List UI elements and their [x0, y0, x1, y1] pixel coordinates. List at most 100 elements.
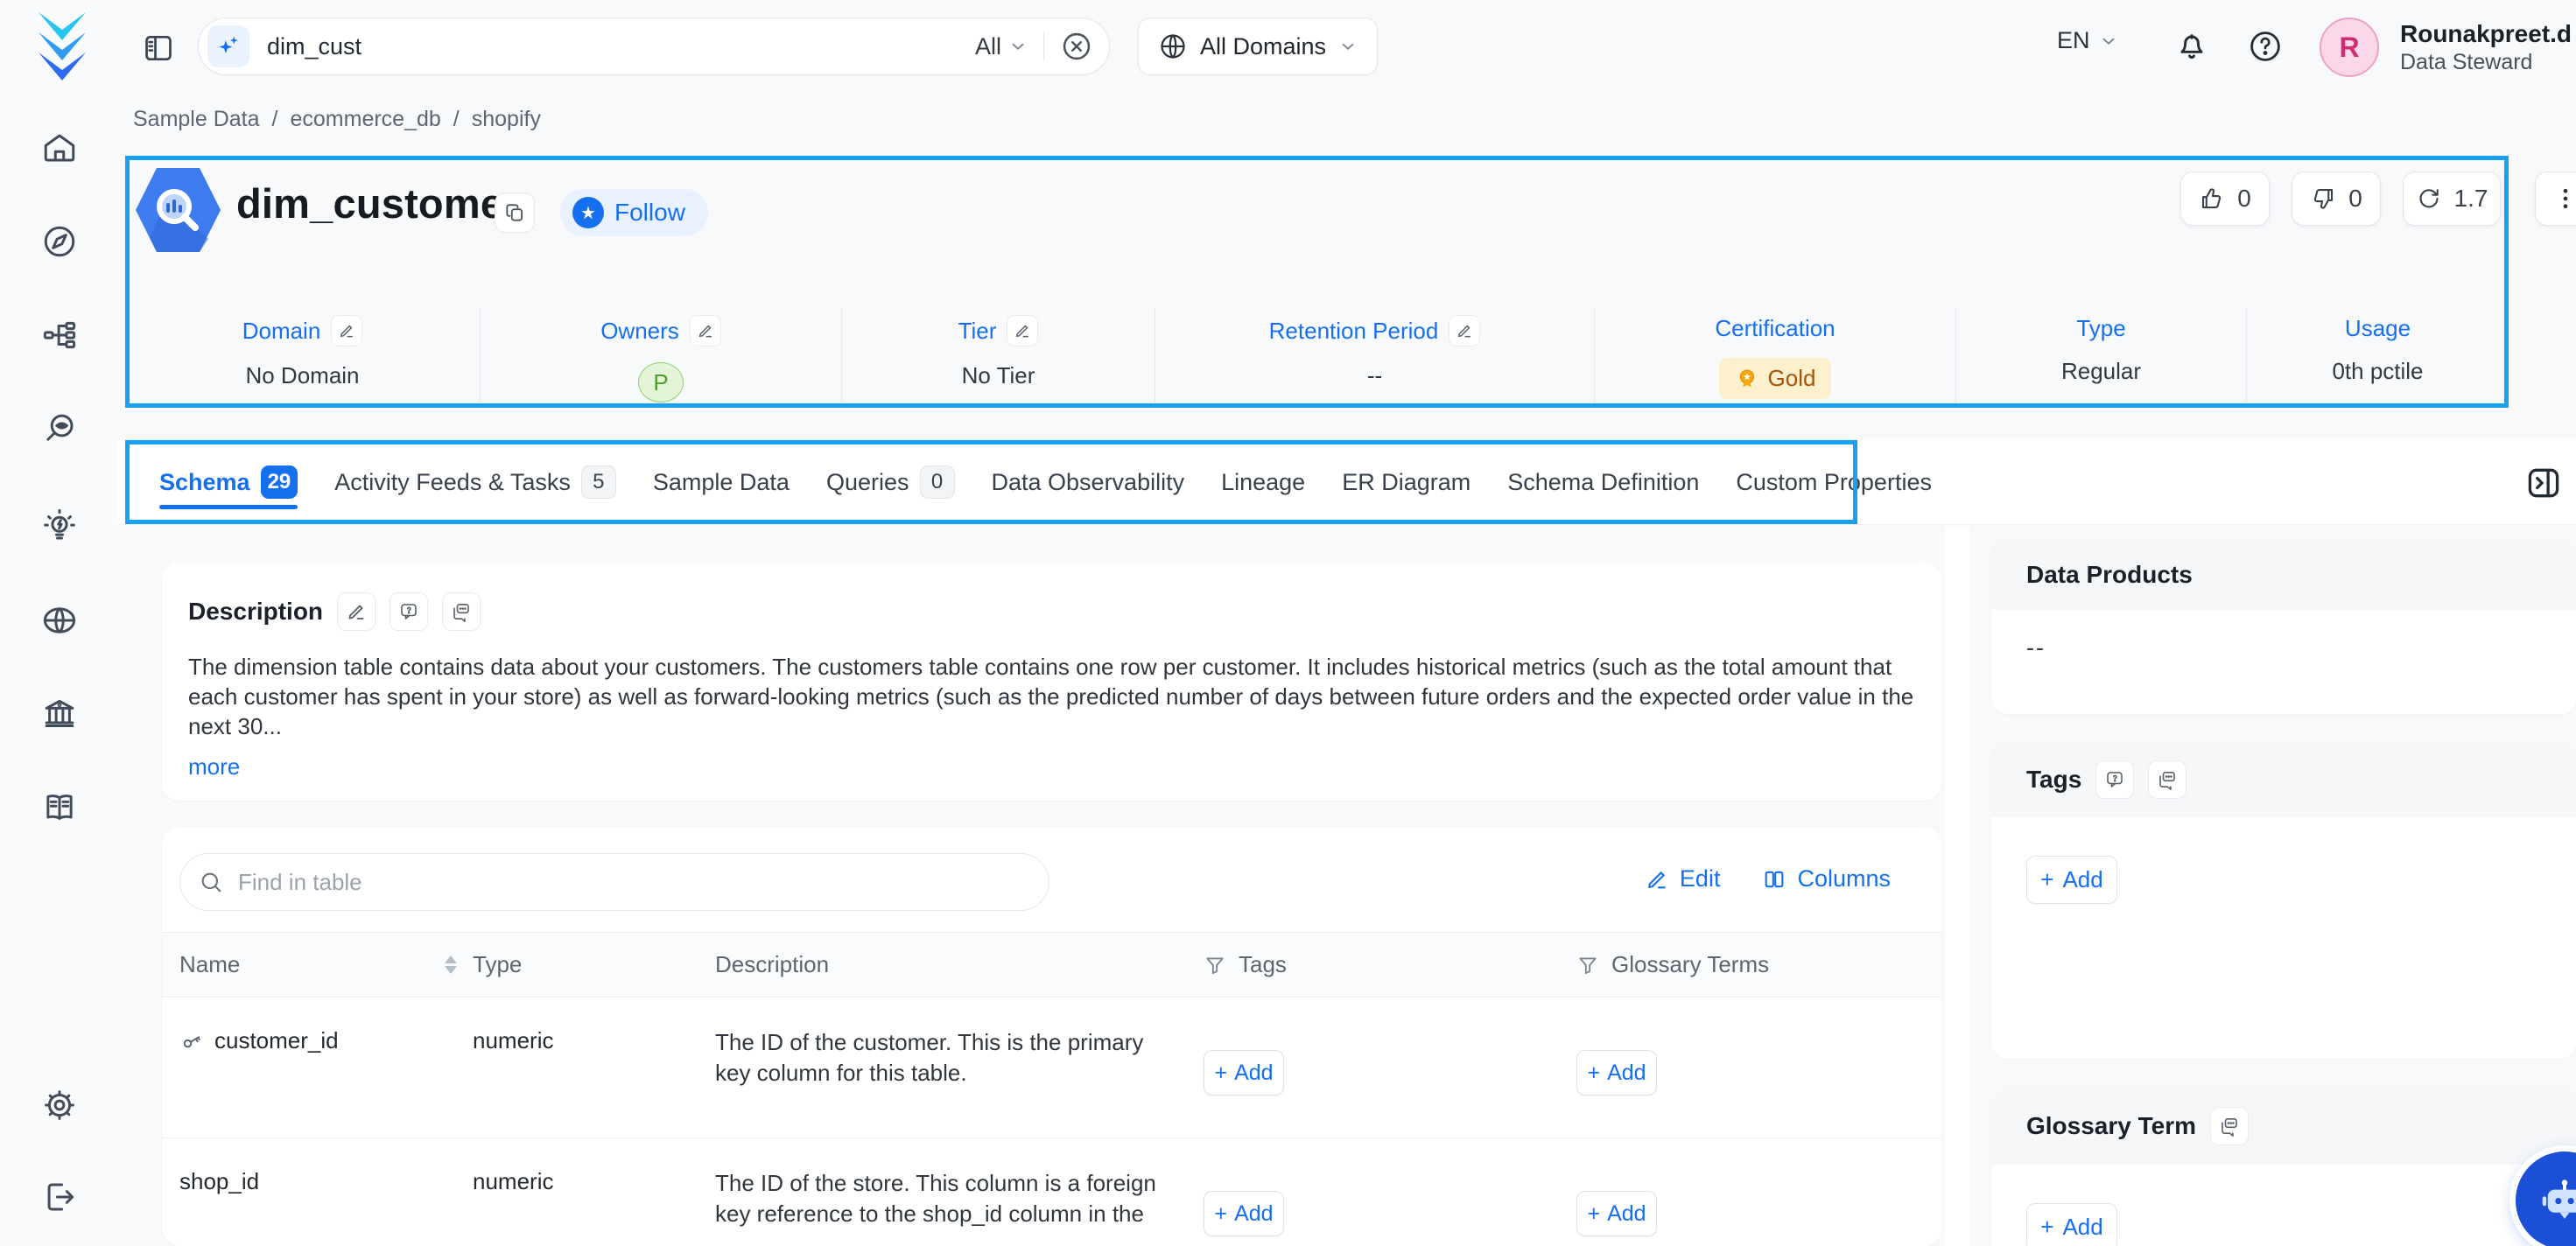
tab-sample-data[interactable]: Sample Data: [653, 440, 790, 525]
column-glossary-cell: +Add: [1576, 1138, 1941, 1236]
observability-icon[interactable]: [41, 410, 78, 447]
column-name-cell[interactable]: customer_id: [162, 998, 473, 1054]
tags-comments-icon[interactable]: [2148, 760, 2186, 799]
header-glossary-terms[interactable]: Glossary Terms: [1576, 951, 1941, 978]
data-assets-hierarchy-icon[interactable]: [41, 317, 78, 354]
tier-label: Tier: [958, 318, 997, 345]
glossary-term-card: Glossary Term +Add: [1991, 1087, 2576, 1246]
collapse-right-panel-icon[interactable]: [2524, 464, 2563, 502]
data-products-empty-value: --: [1991, 610, 2576, 686]
robot-icon: [2536, 1172, 2576, 1229]
activity-count-badge: 5: [581, 466, 616, 499]
tab-schema-definition[interactable]: Schema Definition: [1507, 440, 1699, 525]
filter-funnel-icon: [1204, 954, 1226, 976]
user-role: Data Steward: [2400, 49, 2572, 75]
column-description-cell: The ID of the customer. This is the prim…: [715, 998, 1204, 1088]
explore-compass-icon[interactable]: [41, 223, 78, 260]
tab-custom-properties[interactable]: Custom Properties: [1736, 440, 1932, 525]
sidebar-toggle-icon[interactable]: [142, 32, 175, 65]
tab-queries[interactable]: Queries 0: [826, 440, 955, 525]
column-name-cell[interactable]: shop_id: [162, 1138, 473, 1195]
version-number: 1.7: [2454, 185, 2488, 213]
add-glossary-term-button[interactable]: +Add: [2026, 1203, 2117, 1246]
filter-funnel-icon: [1576, 954, 1599, 976]
column-type-cell: numeric: [473, 1138, 715, 1195]
follow-button[interactable]: ★ Follow: [560, 189, 708, 236]
find-in-table-input[interactable]: [179, 853, 1049, 911]
chevron-down-icon: [1338, 37, 1358, 56]
tab-activity-feeds[interactable]: Activity Feeds & Tasks 5: [334, 440, 616, 525]
search-scope-dropdown[interactable]: All: [975, 33, 1028, 60]
version-history-button[interactable]: 1.7: [2403, 172, 2501, 226]
domain-value: No Domain: [245, 362, 359, 389]
search-scope-label: All: [975, 33, 1001, 60]
request-description-icon[interactable]: [390, 592, 428, 631]
domain-filter-dropdown[interactable]: All Domains: [1138, 18, 1378, 75]
certification-badge: Gold: [1719, 358, 1832, 399]
glossary-comments-icon[interactable]: [2210, 1107, 2249, 1145]
header-tags[interactable]: Tags: [1204, 951, 1576, 978]
settings-gear-icon[interactable]: [41, 1087, 78, 1124]
request-tags-icon[interactable]: [2095, 760, 2134, 799]
add-glossary-term-button[interactable]: +Add: [1576, 1191, 1657, 1236]
breadcrumb-item-schema[interactable]: shopify: [472, 107, 541, 132]
owner-avatar[interactable]: P: [638, 362, 684, 402]
govern-bank-icon[interactable]: [41, 695, 78, 732]
copy-name-icon[interactable]: [495, 192, 535, 233]
owners-label: Owners: [600, 318, 679, 345]
columns-settings-button[interactable]: Columns: [1762, 865, 1891, 892]
breadcrumb: Sample Data / ecommerce_db / shopify: [133, 107, 541, 132]
table-service-icon: [136, 163, 221, 257]
type-value: Regular: [2061, 358, 2141, 385]
user-profile-menu[interactable]: R Rounakpreet.d Data Steward: [2320, 18, 2572, 77]
tab-schema[interactable]: Schema 29: [159, 440, 298, 525]
breadcrumb-separator: /: [453, 107, 460, 132]
help-icon[interactable]: [2247, 28, 2284, 65]
description-comments-icon[interactable]: [442, 592, 481, 631]
logout-icon[interactable]: [41, 1179, 78, 1215]
edit-domain-icon[interactable]: [331, 315, 362, 346]
sort-icon[interactable]: [445, 956, 457, 974]
add-glossary-term-button[interactable]: +Add: [1576, 1050, 1657, 1096]
edit-tier-icon[interactable]: [1007, 315, 1038, 346]
tab-data-observability[interactable]: Data Observability: [992, 440, 1185, 525]
certification-value: Gold: [1768, 365, 1816, 392]
add-tag-button[interactable]: +Add: [2026, 856, 2117, 904]
tab-er-diagram[interactable]: ER Diagram: [1342, 440, 1470, 525]
breadcrumb-item-database[interactable]: ecommerce_db: [290, 107, 440, 132]
tab-lineage[interactable]: Lineage: [1221, 440, 1305, 525]
clear-search-icon[interactable]: [1060, 30, 1093, 63]
more-actions-kebab-button[interactable]: [2535, 172, 2576, 226]
meta-retention: Retention Period --: [1155, 308, 1594, 402]
add-tag-button[interactable]: +Add: [1204, 1191, 1284, 1236]
upvote-button[interactable]: 0: [2180, 172, 2270, 226]
edit-description-icon[interactable]: [337, 592, 376, 631]
global-search-bar[interactable]: All: [198, 18, 1110, 75]
user-avatar: R: [2320, 18, 2379, 77]
downvote-button[interactable]: 0: [2292, 172, 2381, 226]
edit-retention-icon[interactable]: [1449, 315, 1480, 346]
global-search-input[interactable]: [267, 33, 975, 60]
main-scrollbar-track[interactable]: [1945, 526, 1969, 1246]
language-label: EN: [2057, 27, 2090, 54]
description-text: The dimension table contains data about …: [188, 652, 1915, 741]
insights-bulb-icon[interactable]: [41, 508, 78, 544]
glossary-term-title: Glossary Term: [2026, 1112, 2196, 1140]
edit-owners-icon[interactable]: [690, 315, 721, 346]
meta-tier: Tier No Tier: [841, 308, 1155, 402]
glossary-book-icon[interactable]: [41, 789, 78, 826]
column-tags-cell: +Add: [1204, 998, 1576, 1096]
add-tag-button[interactable]: +Add: [1204, 1050, 1284, 1096]
edit-table-button[interactable]: Edit: [1645, 865, 1721, 892]
breadcrumb-item-service[interactable]: Sample Data: [133, 107, 260, 132]
domains-globe-icon[interactable]: [41, 602, 78, 639]
app-logo[interactable]: [33, 10, 91, 80]
description-more-link[interactable]: more: [188, 753, 240, 780]
header-name[interactable]: Name: [162, 951, 473, 978]
home-icon[interactable]: [41, 130, 78, 166]
plus-icon: +: [1214, 1201, 1227, 1227]
notifications-bell-icon[interactable]: [2172, 26, 2211, 65]
columns-icon: [1762, 867, 1786, 892]
star-icon: ★: [572, 197, 604, 228]
language-dropdown[interactable]: EN: [2057, 27, 2118, 54]
